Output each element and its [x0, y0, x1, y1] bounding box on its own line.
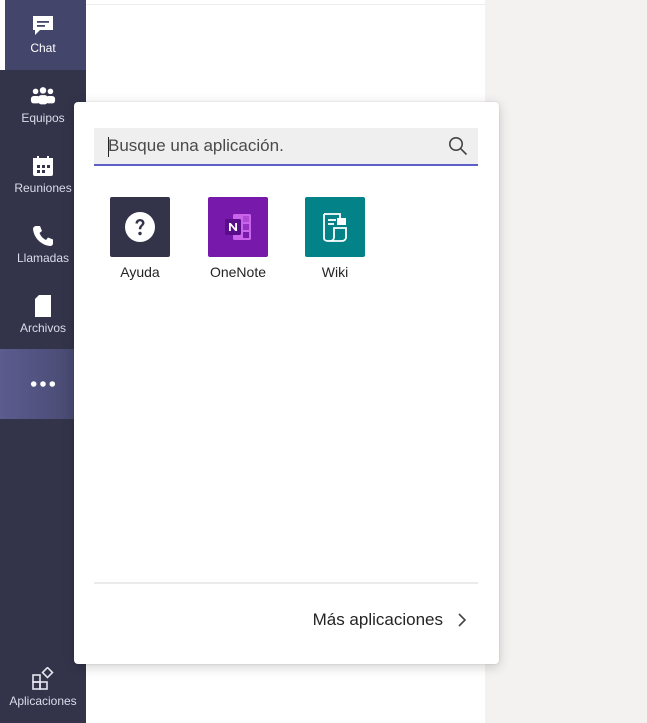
wiki-icon	[305, 197, 365, 257]
flyout-divider	[94, 582, 478, 584]
app-tile-onenote[interactable]: OneNote	[198, 197, 278, 280]
search-icon[interactable]	[438, 128, 478, 164]
rail-item-label: Equipos	[21, 111, 65, 125]
search-box	[94, 128, 478, 166]
app-tile-help[interactable]: Ayuda	[100, 197, 180, 280]
rail-item-chat[interactable]: Chat	[0, 0, 86, 70]
chevron-right-icon	[457, 612, 469, 628]
phone-icon	[30, 225, 56, 247]
app-name: Wiki	[321, 264, 349, 280]
calendar-icon	[30, 155, 56, 177]
app-tile-wiki[interactable]: Wiki	[295, 197, 375, 280]
file-icon	[30, 295, 56, 317]
app-name: Ayuda	[120, 264, 160, 280]
rail-item-label: Chat	[30, 41, 56, 55]
help-icon	[110, 197, 170, 257]
rail-item-label: Archivos	[19, 321, 66, 335]
apps-icon	[30, 667, 56, 690]
more-icon	[30, 373, 56, 395]
onenote-icon	[208, 197, 268, 257]
app-name: OneNote	[209, 264, 267, 280]
more-apps-label: Más aplicaciones	[312, 610, 443, 629]
more-apps-link[interactable]: Más aplicaciones	[313, 610, 469, 630]
rail-item-apps[interactable]: Aplicaciones	[0, 653, 86, 723]
rail-item-label: Aplicaciones	[9, 694, 77, 708]
teams-icon	[30, 85, 56, 107]
search-input[interactable]	[94, 128, 438, 164]
chat-icon	[30, 15, 56, 37]
rail-item-label: Reuniones	[14, 181, 72, 195]
text-caret	[108, 137, 109, 157]
divider	[86, 4, 485, 5]
apps-flyout: Ayuda OneNote Wiki Más aplicaciones	[74, 102, 499, 664]
rail-item-label: Llamadas	[16, 251, 70, 265]
